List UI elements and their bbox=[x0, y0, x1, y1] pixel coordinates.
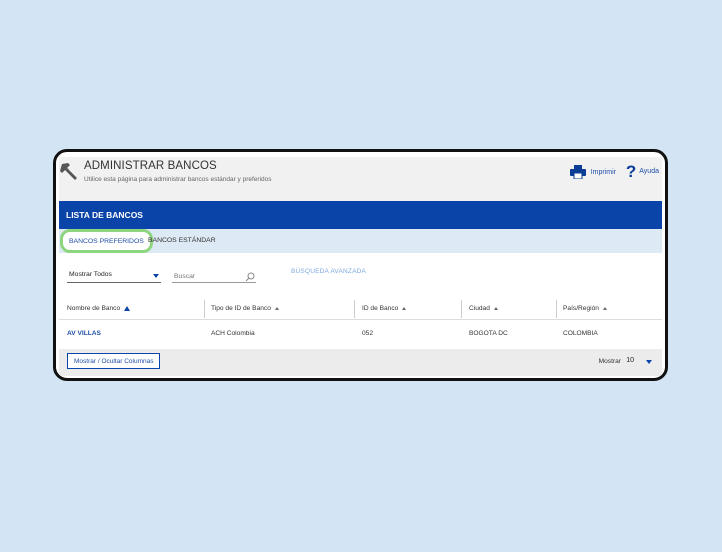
sort-icon bbox=[274, 307, 279, 310]
column-divider bbox=[354, 300, 355, 318]
column-label: Tipo de ID de Banco bbox=[211, 305, 271, 312]
advanced-search-link[interactable]: BÚSQUEDA AVANZADA bbox=[291, 268, 366, 275]
bank-id-cell: 052 bbox=[362, 330, 374, 337]
page-subtitle: Utilice esta página para administrar ban… bbox=[84, 176, 272, 183]
question-icon: ? bbox=[625, 161, 637, 181]
app-window: ADMINISTRAR BANCOS Utilice esta página p… bbox=[59, 157, 662, 376]
column-divider bbox=[461, 300, 462, 318]
sort-icon bbox=[602, 307, 607, 310]
sort-icon bbox=[493, 307, 498, 310]
printer-icon bbox=[569, 165, 586, 179]
screenshot-frame: ADMINISTRAR BANCOS Utilice esta página p… bbox=[53, 149, 668, 381]
column-header-bank-name[interactable]: Nombre de Banco bbox=[67, 297, 131, 320]
column-label: Ciudad bbox=[469, 305, 490, 312]
page-size-label: Mostrar bbox=[598, 358, 621, 365]
filter-bar: Mostrar Todos BÚSQUEDA AVANZADA bbox=[59, 253, 662, 297]
table-header: Nombre de Banco Tipo de ID de Banco ID d… bbox=[59, 297, 662, 320]
show-filter-value: Mostrar Todos bbox=[69, 271, 112, 278]
help-button[interactable]: ? Ayuda bbox=[626, 162, 659, 180]
show-filter-select[interactable]: Mostrar Todos bbox=[67, 271, 161, 283]
section-title: LISTA DE BANCOS bbox=[66, 210, 143, 220]
toggle-columns-button[interactable]: Mostrar / Ocultar Columnas bbox=[67, 353, 161, 369]
table-footer: Mostrar / Ocultar Columnas Mostrar 10 bbox=[59, 349, 662, 376]
chevron-down-icon bbox=[153, 274, 159, 278]
chevron-down-icon[interactable] bbox=[646, 360, 652, 364]
column-header-bank-id-type[interactable]: Tipo de ID de Banco bbox=[211, 297, 279, 320]
country-cell: COLOMBIA bbox=[563, 330, 598, 337]
tools-icon bbox=[60, 163, 77, 180]
column-label: Nombre de Banco bbox=[67, 305, 121, 312]
search-input[interactable] bbox=[172, 270, 242, 282]
print-label: Imprimir bbox=[590, 168, 616, 176]
sort-asc-icon bbox=[124, 306, 131, 311]
sort-icon bbox=[402, 307, 407, 310]
banks-table: Nombre de Banco Tipo de ID de Banco ID d… bbox=[59, 297, 662, 349]
page-title: ADMINISTRAR BANCOS bbox=[84, 160, 217, 172]
column-divider bbox=[204, 300, 205, 318]
table-row: AV VILLAS ACH Colombia 052 BOGOTA DC COL… bbox=[59, 320, 662, 347]
column-divider bbox=[556, 300, 557, 318]
tab-bar: BANCOS PREFERIDOS BANCOS ESTÁNDAR bbox=[59, 229, 662, 253]
column-label: ID de Banco bbox=[362, 305, 399, 312]
print-button[interactable]: Imprimir bbox=[569, 164, 616, 180]
search-field bbox=[172, 270, 256, 283]
column-label: País/Región bbox=[563, 305, 599, 312]
column-header-city[interactable]: Ciudad bbox=[469, 297, 498, 320]
section-band: LISTA DE BANCOS bbox=[59, 201, 662, 229]
column-header-bank-id[interactable]: ID de Banco bbox=[362, 297, 407, 320]
search-icon[interactable] bbox=[245, 272, 255, 282]
tab-standard-banks[interactable]: BANCOS ESTÁNDAR bbox=[148, 237, 216, 244]
page-header: ADMINISTRAR BANCOS Utilice esta página p… bbox=[59, 157, 662, 192]
help-label: Ayuda bbox=[639, 167, 659, 175]
column-header-country[interactable]: País/Región bbox=[563, 297, 607, 320]
tab-preferred-banks[interactable]: BANCOS PREFERIDOS bbox=[60, 229, 153, 253]
city-cell: BOGOTA DC bbox=[469, 330, 508, 337]
page-size-value[interactable]: 10 bbox=[626, 357, 634, 364]
bank-name-link[interactable]: AV VILLAS bbox=[67, 320, 101, 347]
bank-id-type-cell: ACH Colombia bbox=[211, 330, 255, 337]
